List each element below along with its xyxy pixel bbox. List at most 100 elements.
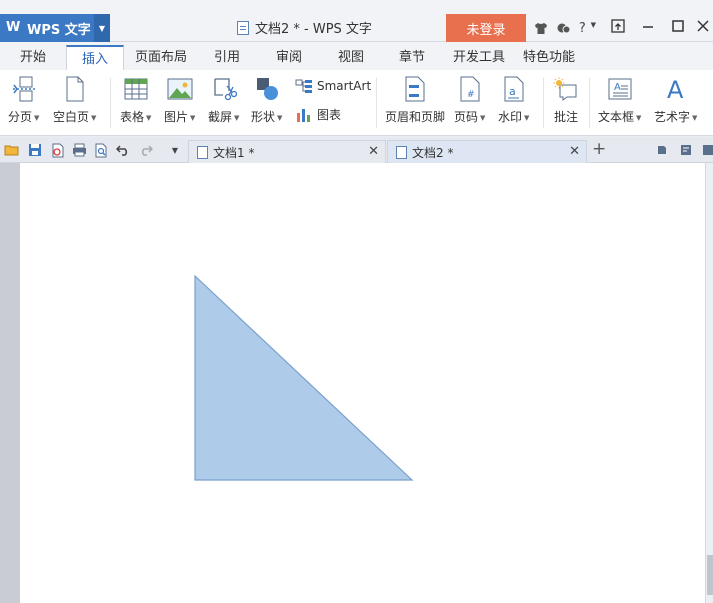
table-label: 表格 (120, 110, 145, 124)
skin-shirt-icon[interactable] (530, 22, 552, 35)
document-icon (237, 20, 249, 35)
page-number-label: 页码 (454, 110, 479, 124)
blank-page-icon (62, 76, 88, 102)
watermark-label: 水印 (498, 110, 523, 124)
smartart-icon (295, 78, 313, 94)
redo-icon[interactable] (138, 142, 154, 158)
picture-button[interactable]: 图片 ▼ (164, 76, 195, 125)
backup-icon[interactable] (654, 142, 670, 158)
document-page[interactable] (20, 163, 705, 603)
document-info-icon[interactable] (678, 142, 694, 158)
shapes-icon (254, 76, 280, 102)
text-box-label: 文本框 (598, 110, 635, 124)
blank-page-button[interactable]: 空白页 ▼ (53, 76, 96, 125)
chevron-down-icon[interactable]: ▼ (94, 14, 110, 42)
screenshot-button[interactable]: 截屏 ▼ (208, 76, 239, 125)
page-number-icon: # (457, 76, 483, 102)
chevron-down-icon: ▼ (234, 113, 240, 122)
settings-icon[interactable] (700, 142, 713, 158)
comment-button[interactable]: 批注 (553, 76, 579, 125)
tab-insert[interactable]: 插入 (66, 45, 124, 70)
print-icon[interactable] (71, 142, 87, 158)
svg-text:#: # (467, 90, 475, 100)
table-icon (123, 76, 149, 102)
export-pdf-icon[interactable] (50, 142, 66, 158)
document-icon (197, 145, 208, 159)
watermark-button[interactable]: a 水印 ▼ (498, 76, 529, 125)
window-title: 文档2 * - WPS 文字 (237, 18, 372, 37)
chat-bubble-icon[interactable] (552, 22, 574, 35)
header-footer-button[interactable]: 页眉和页脚 (385, 76, 445, 125)
header-footer-icon (402, 76, 428, 102)
tab-page-layout[interactable]: 页面布局 (132, 45, 190, 70)
tab-home[interactable]: 开始 (10, 45, 56, 70)
window-controls (603, 14, 713, 42)
ribbon-separator (376, 78, 377, 128)
shape-label: 形状 (251, 110, 276, 124)
window-title-text: 文档2 * - WPS 文字 (255, 22, 372, 37)
wps-app-label: WPS 文字 (27, 22, 91, 38)
tab-section[interactable]: 章节 (391, 45, 433, 70)
text-box-icon: A (607, 76, 633, 102)
chevron-down-icon: ▼ (692, 113, 698, 122)
help-label: ? (578, 20, 586, 36)
screenshot-label: 截屏 (208, 110, 233, 124)
open-folder-icon[interactable] (4, 142, 20, 158)
wps-app-menu-button[interactable]: W WPS 文字 ▼ (0, 14, 110, 42)
document-workspace (0, 163, 713, 603)
wps-logo-icon: W (6, 20, 21, 35)
smartart-button[interactable]: SmartArt (295, 78, 371, 94)
save-icon[interactable] (27, 142, 43, 158)
chevron-down-icon: ▼ (34, 113, 40, 122)
print-preview-icon[interactable] (93, 142, 109, 158)
title-toolbar: ? ▼ (530, 14, 596, 42)
page-number-button[interactable]: # 页码 ▼ (454, 76, 485, 125)
customize-toolbar-chevron-icon[interactable]: ▼ (167, 142, 183, 158)
title-bar: W WPS 文字 ▼ 文档2 * - WPS 文字 未登录 ? ▼ (0, 0, 713, 42)
minimize-icon[interactable] (633, 20, 663, 36)
chart-button[interactable]: 图表 (295, 106, 341, 123)
svg-text:A: A (614, 82, 621, 93)
tab-special-features[interactable]: 特色功能 (520, 45, 578, 70)
close-icon[interactable] (693, 20, 713, 36)
chevron-down-icon: ▼ (524, 113, 530, 122)
tab-review[interactable]: 审阅 (268, 45, 310, 70)
chevron-down-icon: ▼ (91, 113, 97, 122)
close-icon[interactable]: ✕ (368, 144, 379, 159)
text-box-button[interactable]: A 文本框 ▼ (598, 76, 641, 125)
page-break-icon (11, 76, 37, 102)
page-break-label: 分页 (8, 110, 33, 124)
shape-button[interactable]: 形状 ▼ (251, 76, 282, 125)
login-button[interactable]: 未登录 (446, 14, 526, 42)
maximize-icon[interactable] (663, 20, 693, 36)
bar-chart-icon (295, 107, 313, 123)
new-tab-plus-icon[interactable]: + (592, 139, 606, 159)
tab-references[interactable]: 引用 (206, 45, 248, 70)
svg-text:a: a (509, 85, 516, 98)
quick-access-toolbar: ▼ 文档1 * ✕ 文档2 * ✕ + (0, 137, 713, 163)
tab-developer-tools[interactable]: 开发工具 (450, 45, 508, 70)
doc-tab-label: 文档1 * (213, 145, 255, 160)
ribbon-separator (543, 78, 544, 128)
restore-upload-icon[interactable] (603, 19, 633, 37)
page-break-button[interactable]: 分页 ▼ (8, 76, 39, 125)
chevron-down-icon: ▼ (636, 113, 642, 122)
triangle-shape[interactable] (20, 163, 705, 603)
blank-page-label: 空白页 (53, 110, 90, 124)
insert-ribbon: 分页▼ 空白页▼ 表格▼ 图片▼ 截屏▼ 形状▼ SmartArt (0, 70, 713, 136)
undo-icon[interactable] (115, 142, 131, 158)
help-icon[interactable]: ? ▼ (574, 21, 596, 36)
ribbon-separator (110, 78, 111, 128)
menu-tab-bar: 开始 插入 页面布局 引用 审阅 视图 章节 开发工具 特色功能 (0, 42, 713, 70)
comment-icon (553, 76, 579, 102)
scrollbar-thumb[interactable] (707, 555, 713, 595)
vertical-scrollbar[interactable] (705, 163, 713, 603)
doc-tab-1[interactable]: 文档1 * ✕ (188, 140, 386, 163)
table-button[interactable]: 表格 ▼ (120, 76, 151, 125)
doc-tab-2[interactable]: 文档2 * ✕ (387, 140, 587, 163)
close-icon[interactable]: ✕ (569, 144, 580, 159)
chevron-down-icon: ▼ (277, 113, 283, 122)
word-art-button[interactable]: A 艺术字 ▼ (654, 76, 697, 125)
svg-text:A: A (667, 76, 684, 102)
tab-view[interactable]: 视图 (330, 45, 372, 70)
